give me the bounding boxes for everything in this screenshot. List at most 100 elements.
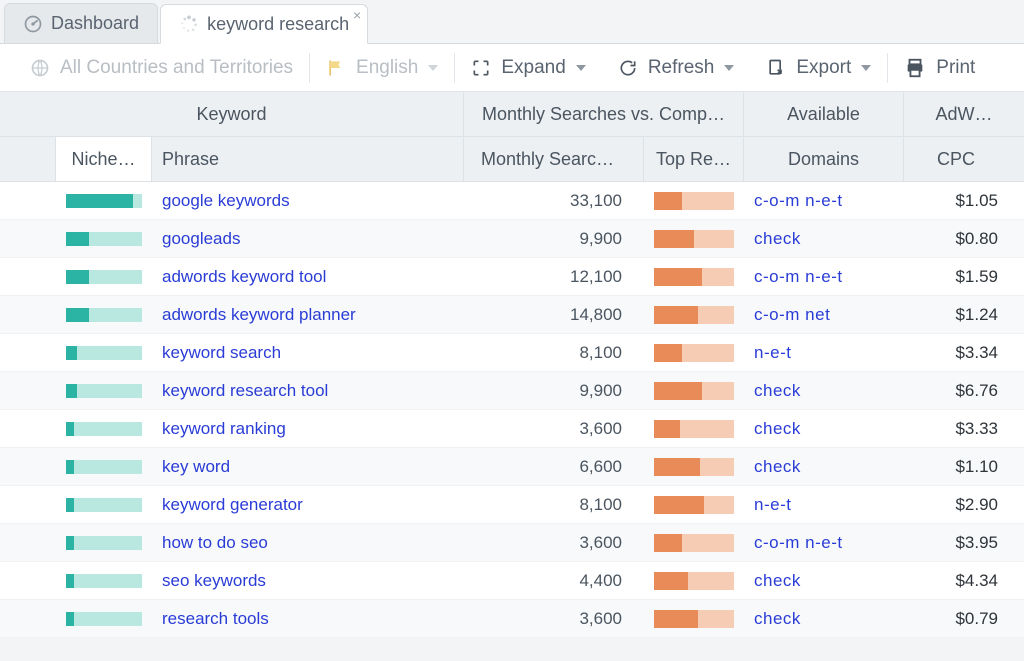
- language-selector[interactable]: English: [310, 44, 454, 92]
- globe-icon: [30, 58, 50, 78]
- phrase-link[interactable]: keyword generator: [152, 486, 464, 523]
- tab-keyword-research[interactable]: keyword research ×: [160, 4, 368, 44]
- language-label: English: [356, 57, 418, 79]
- table-row[interactable]: googleads9,900check$0.80: [0, 220, 1024, 258]
- table-row[interactable]: keyword generator8,100 n-e-t$2.90: [0, 486, 1024, 524]
- monthly-searches: 8,100: [464, 334, 644, 371]
- col-handle: [0, 137, 56, 181]
- domains-link[interactable]: check: [744, 562, 904, 599]
- group-monthly[interactable]: Monthly Searches vs. Comp…: [464, 92, 744, 136]
- col-domains[interactable]: Domains: [744, 137, 904, 181]
- print-label: Print: [936, 57, 975, 79]
- refresh-button[interactable]: Refresh: [602, 44, 751, 92]
- row-handle: [0, 448, 56, 485]
- niche-meter: [56, 220, 152, 257]
- domains-link[interactable]: n-e-t: [744, 334, 904, 371]
- niche-meter: [56, 372, 152, 409]
- domains-link[interactable]: check: [744, 372, 904, 409]
- phrase-link[interactable]: research tools: [152, 600, 464, 637]
- spinner-icon: [179, 14, 199, 34]
- phrase-link[interactable]: keyword search: [152, 334, 464, 371]
- monthly-searches: 33,100: [464, 182, 644, 219]
- top-results-meter: [644, 258, 744, 295]
- table-row[interactable]: keyword ranking3,600check$3.33: [0, 410, 1024, 448]
- monthly-searches: 3,600: [464, 524, 644, 561]
- row-handle: [0, 410, 56, 447]
- country-selector[interactable]: All Countries and Territories: [14, 44, 309, 92]
- phrase-link[interactable]: keyword research tool: [152, 372, 464, 409]
- table-row[interactable]: how to do seo3,600 c-o-m n-e-t$3.95: [0, 524, 1024, 562]
- monthly-searches: 12,100: [464, 258, 644, 295]
- phrase-link[interactable]: seo keywords: [152, 562, 464, 599]
- table-row[interactable]: google keywords33,100c-o-m n-e-t$1.05: [0, 182, 1024, 220]
- domains-link[interactable]: c-o-m n-e-t: [744, 258, 904, 295]
- domains-link[interactable]: check: [744, 448, 904, 485]
- phrase-link[interactable]: key word: [152, 448, 464, 485]
- chevron-down-icon: [724, 65, 734, 71]
- chevron-down-icon: [861, 65, 871, 71]
- niche-meter: [56, 448, 152, 485]
- domains-link[interactable]: check: [744, 600, 904, 637]
- table-row[interactable]: research tools3,600check$0.79: [0, 600, 1024, 638]
- column-group-header: Keyword Monthly Searches vs. Comp… Avail…: [0, 92, 1024, 137]
- export-icon: [766, 58, 786, 78]
- niche-meter: [56, 296, 152, 333]
- col-monthly-searches[interactable]: Monthly Searc…: [464, 137, 644, 181]
- print-button[interactable]: Print: [888, 44, 991, 92]
- domains-link[interactable]: check: [744, 410, 904, 447]
- table-row[interactable]: seo keywords4,400check$4.34: [0, 562, 1024, 600]
- col-niche[interactable]: Niche…: [56, 137, 152, 181]
- phrase-link[interactable]: adwords keyword tool: [152, 258, 464, 295]
- phrase-link[interactable]: adwords keyword planner: [152, 296, 464, 333]
- niche-meter: [56, 562, 152, 599]
- export-button[interactable]: Export: [750, 44, 887, 92]
- group-keyword[interactable]: Keyword: [0, 92, 464, 136]
- monthly-searches: 9,900: [464, 372, 644, 409]
- phrase-link[interactable]: googleads: [152, 220, 464, 257]
- top-results-meter: [644, 334, 744, 371]
- cpc-value: $3.95: [904, 524, 1024, 561]
- domains-link[interactable]: c-o-m net: [744, 296, 904, 333]
- domains-link[interactable]: c-o-m n-e-t: [744, 524, 904, 561]
- phrase-link[interactable]: how to do seo: [152, 524, 464, 561]
- group-adwords[interactable]: AdW…: [904, 92, 1024, 136]
- table-row[interactable]: adwords keyword tool12,100 c-o-m n-e-t$1.…: [0, 258, 1024, 296]
- cpc-value: $2.90: [904, 486, 1024, 523]
- niche-meter: [56, 600, 152, 637]
- top-results-meter: [644, 372, 744, 409]
- niche-meter: [56, 334, 152, 371]
- table-row[interactable]: adwords keyword planner14,800c-o-m net$1…: [0, 296, 1024, 334]
- group-available[interactable]: Available: [744, 92, 904, 136]
- chevron-down-icon: [576, 65, 586, 71]
- phrase-link[interactable]: google keywords: [152, 182, 464, 219]
- col-top-results[interactable]: Top Re…: [644, 137, 744, 181]
- col-cpc[interactable]: CPC: [904, 137, 1024, 181]
- niche-meter: [56, 524, 152, 561]
- expand-button[interactable]: Expand: [455, 44, 601, 92]
- table-body: google keywords33,100c-o-m n-e-t$1.05goo…: [0, 182, 1024, 638]
- cpc-value: $1.24: [904, 296, 1024, 333]
- tab-dashboard[interactable]: Dashboard: [4, 3, 158, 43]
- top-results-meter: [644, 600, 744, 637]
- cpc-value: $1.59: [904, 258, 1024, 295]
- domains-link[interactable]: n-e-t: [744, 486, 904, 523]
- flag-icon: [326, 58, 346, 78]
- tab-label: keyword research: [207, 14, 349, 35]
- domains-link[interactable]: check: [744, 220, 904, 257]
- top-results-meter: [644, 182, 744, 219]
- monthly-searches: 9,900: [464, 220, 644, 257]
- niche-meter: [56, 410, 152, 447]
- close-icon[interactable]: ×: [353, 7, 361, 23]
- table-row[interactable]: keyword search8,100n-e-t$3.34: [0, 334, 1024, 372]
- row-handle: [0, 258, 56, 295]
- col-phrase[interactable]: Phrase: [152, 137, 464, 181]
- row-handle: [0, 296, 56, 333]
- monthly-searches: 8,100: [464, 486, 644, 523]
- phrase-link[interactable]: keyword ranking: [152, 410, 464, 447]
- table-row[interactable]: keyword research tool9,900check$6.76: [0, 372, 1024, 410]
- top-results-meter: [644, 448, 744, 485]
- monthly-searches: 3,600: [464, 600, 644, 637]
- table-row[interactable]: key word6,600check$1.10: [0, 448, 1024, 486]
- domains-link[interactable]: c-o-m n-e-t: [744, 182, 904, 219]
- top-results-meter: [644, 410, 744, 447]
